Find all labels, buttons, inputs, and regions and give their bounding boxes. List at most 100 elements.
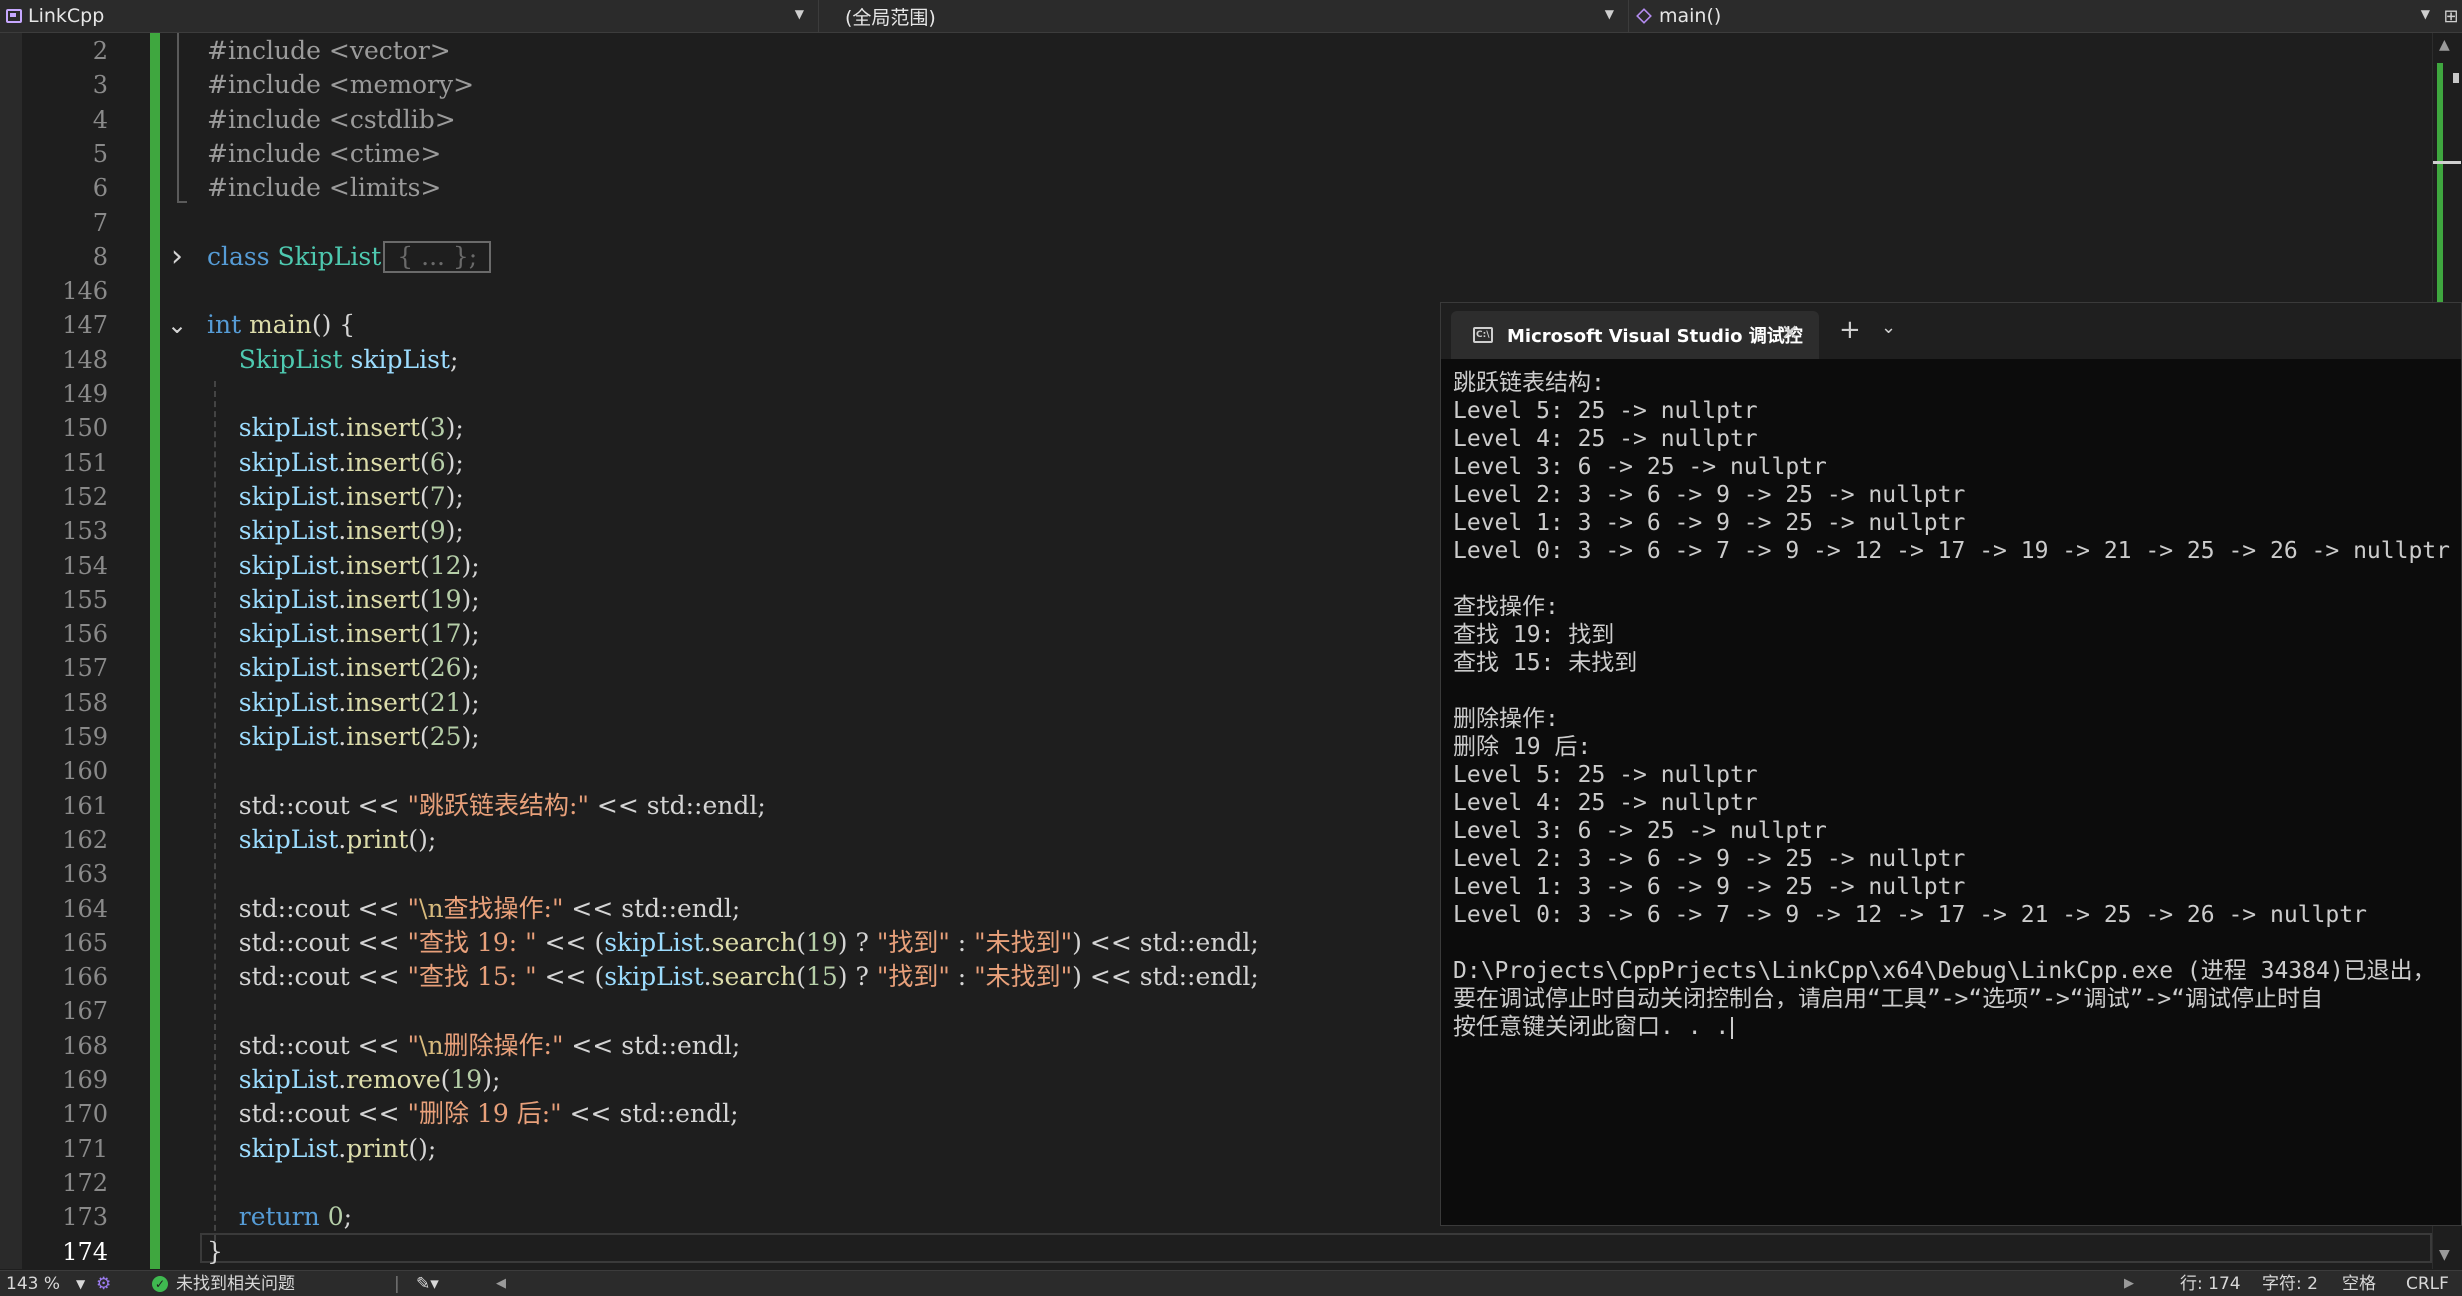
code-line[interactable]: skipList.insert(7); <box>207 480 464 514</box>
code-line[interactable]: #include <memory> <box>207 68 474 102</box>
console-line-text: Level 3: 6 -> 25 -> nullptr <box>1453 818 1827 844</box>
code-token: return <box>238 1202 328 1232</box>
console-line-text: Level 1: 3 -> 6 -> 9 -> 25 -> nullptr <box>1453 510 1966 536</box>
function-dropdown[interactable]: main() ▼ <box>1628 0 2440 32</box>
chevron-down-icon: ▼ <box>1604 7 1614 21</box>
code-line[interactable]: std::cout << "查找 19: " << (skipList.sear… <box>207 926 1259 960</box>
console-line-text: 查找操作: <box>1453 594 1559 620</box>
code-line[interactable]: int main() { <box>207 308 355 342</box>
spaces-indicator[interactable]: 空格 <box>2342 1273 2376 1295</box>
issues-status[interactable]: ✓ 未找到相关问题 <box>152 1273 295 1295</box>
code-line[interactable]: #include <limits> <box>207 171 441 205</box>
line-number: 163 <box>62 860 108 889</box>
line-ending-indicator[interactable]: CRLF <box>2406 1273 2449 1295</box>
code-token: class <box>207 241 278 271</box>
collapsed-region[interactable]: { ... }; <box>383 240 492 273</box>
line-indicator[interactable]: 行: 174 <box>2180 1273 2241 1295</box>
line-number: 2 <box>92 37 108 65</box>
code-line[interactable]: class SkipList{ ... }; <box>207 240 492 274</box>
code-line[interactable]: } <box>207 1235 223 1269</box>
code-line[interactable]: skipList.insert(26); <box>207 651 480 685</box>
console-line-text: 要在调试停止时自动关闭控制台，请启用“工具”->“选项”->“调试”->“调试停… <box>1453 986 2324 1012</box>
code-token: . <box>338 687 347 717</box>
code-token: std::cout << <box>207 962 408 992</box>
code-line[interactable]: skipList.insert(6); <box>207 446 464 480</box>
scope-dropdown[interactable]: (全局范围) ▼ <box>818 0 1624 32</box>
code-line[interactable]: skipList.insert(17); <box>207 617 480 651</box>
console-output[interactable]: 跳跃链表结构: Level 5: 25 -> nullptr Level 4: 25… <box>1453 369 2461 1219</box>
code-line[interactable]: #include <cstdlib> <box>207 103 456 137</box>
close-icon[interactable]: ✕ <box>1781 321 1799 346</box>
refactor-icon[interactable]: ⚙ <box>96 1273 111 1295</box>
chevron-right-icon[interactable]: › <box>166 239 188 274</box>
code-line[interactable]: skipList.insert(21); <box>207 686 480 720</box>
line-number: 160 <box>62 757 108 786</box>
console-tab-bar: C:\ Microsoft Visual Studio 调试控 ✕ + ⌄ <box>1441 303 2461 359</box>
console-icon: C:\ <box>1473 327 1493 343</box>
scroll-left-icon[interactable]: ◀ <box>496 1273 506 1295</box>
scroll-up-icon[interactable]: ▲ <box>2439 37 2450 53</box>
scroll-down-icon[interactable]: ▼ <box>2439 1247 2450 1263</box>
chevron-down-icon[interactable]: ⌄ <box>1881 317 1896 338</box>
code-line[interactable]: skipList.insert(3); <box>207 411 464 445</box>
code-line[interactable]: skipList.insert(19); <box>207 583 480 617</box>
console-line-text: Level 5: 25 -> nullptr <box>1453 398 1758 424</box>
console-line-text: 查找 15: 未找到 <box>1453 650 1638 676</box>
code-token: skipList <box>604 927 704 957</box>
console-line: Level 5: 25 -> nullptr <box>1453 761 2461 789</box>
code-token: insert <box>346 687 420 717</box>
code-token: } <box>207 1236 223 1266</box>
code-token: 12 <box>429 550 462 580</box>
chevron-down-icon[interactable]: ⌄ <box>166 308 188 342</box>
code-line[interactable]: #include <vector> <box>207 34 451 68</box>
code-token: ); <box>445 481 464 511</box>
code-line[interactable]: SkipList skipList; <box>207 343 459 377</box>
code-token: skipList <box>238 653 339 683</box>
code-token: ) ? <box>837 927 877 957</box>
code-token: skipList <box>238 619 339 649</box>
code-token: std::cout << <box>207 790 408 820</box>
code-token: insert <box>346 481 420 511</box>
code-token: << std::endl; <box>588 790 766 820</box>
line-number: 162 <box>62 825 108 854</box>
console-line-text: Level 2: 3 -> 6 -> 9 -> 25 -> nullptr <box>1453 846 1966 872</box>
split-icon[interactable]: ⊞ <box>2440 0 2462 32</box>
code-line[interactable]: skipList.insert(25); <box>207 720 480 754</box>
code-token: std::cout << <box>207 927 408 957</box>
code-line[interactable]: skipList.print(); <box>207 1132 436 1166</box>
code-token: ( <box>796 962 806 992</box>
line-number: 165 <box>62 928 108 957</box>
console-line: Level 1: 3 -> 6 -> 9 -> 25 -> nullptr <box>1453 509 2461 537</box>
code-line[interactable]: std::cout << "删除 19 后:" << std::endl; <box>207 1097 739 1131</box>
code-line[interactable]: return 0; <box>207 1200 352 1234</box>
debug-console-window[interactable]: C:\ Microsoft Visual Studio 调试控 ✕ + ⌄ 跳跃… <box>1440 302 2462 1226</box>
char-indicator[interactable]: 字符: 2 <box>2262 1273 2318 1295</box>
line-number: 153 <box>62 517 108 546</box>
chevron-down-icon[interactable]: ▼ <box>76 1273 85 1295</box>
code-line[interactable]: std::cout << "跳跃链表结构:" << std::endl; <box>207 789 766 823</box>
code-line[interactable]: skipList.insert(12); <box>207 549 480 583</box>
scroll-right-icon[interactable]: ▶ <box>2124 1273 2134 1295</box>
code-token: . <box>338 824 347 854</box>
project-dropdown[interactable]: LinkCpp ▼ <box>0 0 814 32</box>
zoom-level[interactable]: 143 % <box>6 1273 60 1295</box>
code-line[interactable]: skipList.print(); <box>207 823 436 857</box>
code-token: ( <box>419 550 430 580</box>
code-line[interactable]: #include <ctime> <box>207 137 441 171</box>
code-token: ); <box>445 447 464 477</box>
code-line[interactable]: std::cout << "查找 15: " << (skipList.sear… <box>207 960 1259 994</box>
code-line[interactable]: std::cout << "\n查找操作:" << std::endl; <box>207 892 741 926</box>
change-marker <box>2437 63 2443 333</box>
code-token: "跳跃链表结构:" <box>407 790 589 820</box>
brush-icon[interactable]: ✎▾ <box>416 1273 439 1295</box>
console-tab[interactable]: C:\ Microsoft Visual Studio 调试控 ✕ <box>1451 311 1819 359</box>
code-line[interactable]: skipList.insert(9); <box>207 514 464 548</box>
new-tab-button[interactable]: + <box>1839 315 1861 345</box>
code-token: std::cout << <box>207 1099 408 1129</box>
code-line[interactable]: skipList.remove(19); <box>207 1063 501 1097</box>
console-line: 删除 19 后: <box>1453 733 2461 761</box>
code-line[interactable]: std::cout << "\n删除操作:" << std::endl; <box>207 1029 741 1063</box>
code-token: (); <box>408 824 437 854</box>
code-token: ( <box>440 1065 451 1094</box>
